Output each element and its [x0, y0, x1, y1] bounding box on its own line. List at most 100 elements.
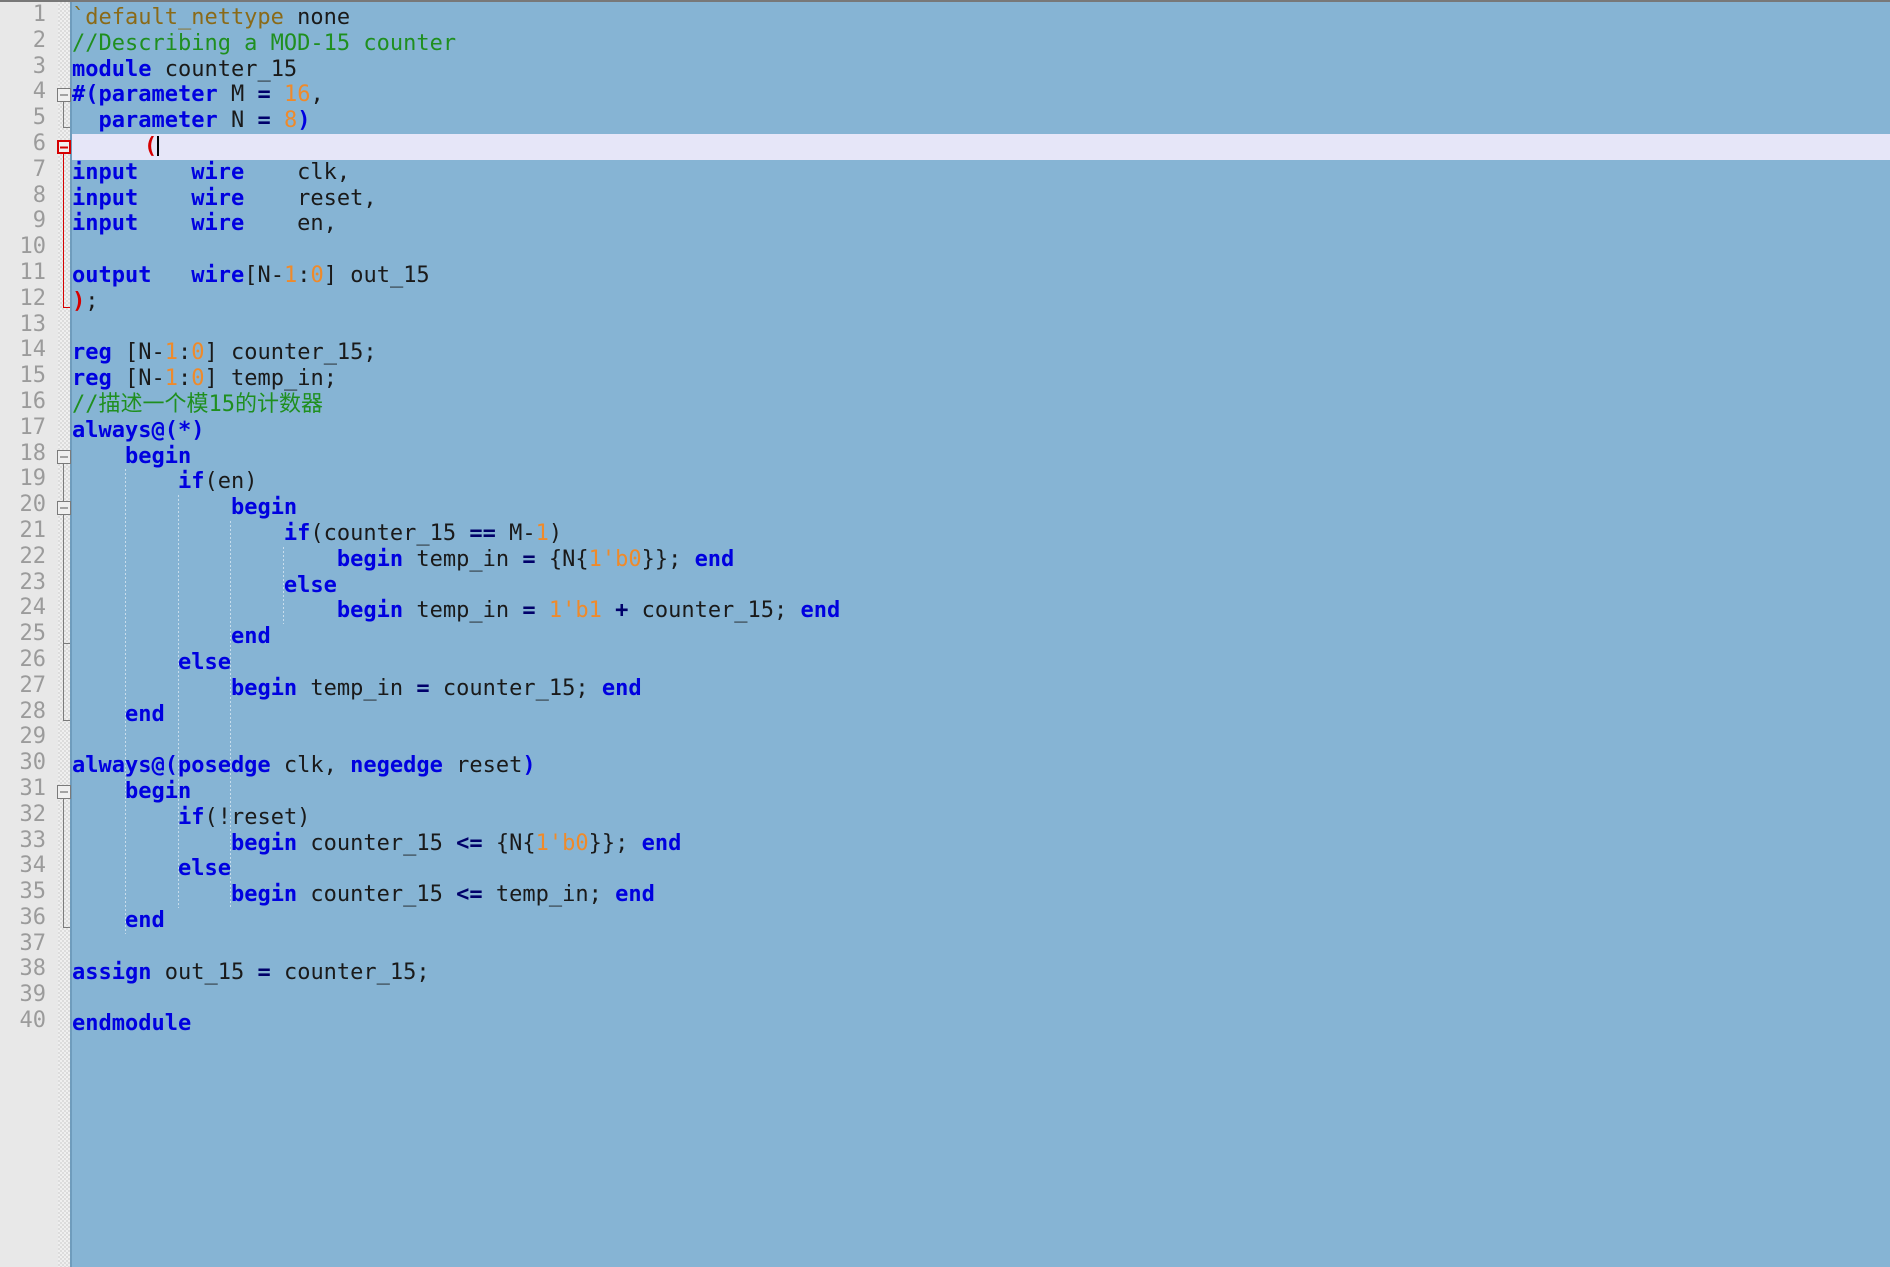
code-line[interactable]: //描述一个模15的计数器 [72, 392, 323, 418]
code-editor-surface[interactable]: `default_nettype none//Describing a MOD-… [0, 0, 1890, 1267]
code-line[interactable]: begin [72, 779, 191, 805]
line-number: 20 [19, 492, 47, 518]
code-line[interactable]: output wire[N-1:0] out_15 [72, 263, 430, 289]
code-line[interactable]: if(!reset) [72, 805, 310, 831]
code-token: }}; [588, 830, 642, 856]
line-number: 5 [32, 105, 46, 131]
line-number: 11 [19, 259, 47, 285]
code-line[interactable]: begin temp_in = counter_15; end [72, 676, 642, 702]
code-line[interactable]: if(en) [72, 469, 257, 495]
line-number: 37 [19, 930, 47, 956]
code-line[interactable]: parameter N = 8) [72, 108, 311, 134]
line-number: 23 [19, 569, 47, 595]
code-content[interactable]: `default_nettype none//Describing a MOD-… [72, 2, 1890, 1267]
fold-toggle[interactable] [57, 784, 71, 799]
code-token: input [72, 185, 139, 211]
code-token: M- [495, 521, 536, 546]
fold-toggle[interactable] [57, 501, 71, 516]
line-number: 1 [32, 2, 46, 27]
line-number: 4 [32, 79, 46, 105]
code-token: ) [297, 108, 311, 134]
code-token: module [72, 56, 152, 82]
fold-toggle[interactable] [57, 449, 71, 464]
line-number: 7 [32, 156, 46, 182]
code-line[interactable]: input wire clk, [72, 160, 350, 186]
code-token: counter_15; [628, 598, 801, 624]
line-number: 33 [19, 827, 47, 853]
code-line[interactable]: `default_nettype none [72, 5, 350, 31]
code-line[interactable]: begin counter_15 <= {N{1'b0}}; end [72, 831, 681, 857]
code-line[interactable]: reg [N-1:0] counter_15; [72, 340, 377, 366]
code-token: begin [336, 598, 404, 624]
line-number: 28 [19, 698, 47, 724]
code-line[interactable]: //Describing a MOD-15 counter [72, 31, 456, 57]
code-token: <= [456, 830, 483, 856]
code-token: endmodule [72, 1011, 192, 1037]
code-token: ] counter_15; [204, 340, 377, 366]
code-line[interactable]: if(counter_15 == M-1) [72, 521, 562, 547]
code-line[interactable]: ( [72, 134, 1890, 160]
code-line[interactable]: else [72, 650, 231, 676]
line-number: 35 [19, 879, 47, 905]
code-line[interactable]: module counter_15 [72, 57, 297, 83]
line-number: 15 [19, 363, 47, 389]
code-token: = [257, 108, 271, 134]
code-line[interactable]: end [72, 908, 165, 934]
code-token: 1 [283, 263, 298, 288]
code-token: [N- [111, 366, 165, 392]
code-token: ) [72, 288, 86, 314]
code-token: 1 [164, 366, 178, 392]
code-line[interactable]: begin counter_15 <= temp_in; end [72, 882, 655, 908]
code-token: : [177, 340, 192, 366]
code-token: (!reset) [204, 804, 311, 830]
code-line[interactable]: end [72, 624, 271, 650]
code-line[interactable]: input wire reset, [72, 186, 377, 212]
line-number: 19 [19, 466, 47, 492]
code-line[interactable]: input wire en, [72, 211, 337, 237]
code-line[interactable]: else [72, 856, 231, 882]
line-number: 2 [32, 27, 46, 53]
code-token: {N{ [535, 546, 589, 572]
code-line[interactable]: assign out_15 = counter_15; [72, 960, 430, 986]
code-line[interactable]: #(parameter M = 16, [72, 82, 324, 108]
code-token: wire [191, 263, 245, 288]
code-token: (en) [204, 469, 258, 495]
code-line[interactable]: begin temp_in = {N{1'b0}}; end [72, 547, 734, 573]
code-token: clk, [270, 753, 351, 779]
code-line[interactable]: always@(*) [72, 418, 204, 444]
code-token: else [283, 572, 337, 598]
code-token: 1 [164, 340, 178, 366]
code-line[interactable]: always@(posedge clk, negedge reset) [72, 753, 536, 779]
code-line[interactable]: endmodule [72, 1011, 191, 1037]
fold-toggle-active[interactable] [57, 139, 71, 154]
code-line[interactable]: reg [N-1:0] temp_in; [72, 366, 337, 392]
code-line[interactable]: else [72, 573, 337, 599]
code-line[interactable]: begin temp_in = 1'b1 + counter_15; end [72, 598, 840, 624]
code-token: temp_in [403, 598, 523, 624]
line-number: 16 [19, 388, 47, 414]
code-token: : [177, 366, 192, 392]
code-token: begin [230, 830, 298, 856]
code-token: counter_15 [297, 882, 457, 908]
code-line[interactable]: begin [72, 444, 191, 470]
line-number: 17 [19, 414, 47, 440]
code-token: //Describing a MOD-15 counter [72, 30, 457, 56]
code-token: assign [72, 959, 152, 985]
code-line[interactable]: ); [72, 289, 99, 315]
code-token: 0 [191, 366, 205, 392]
code-folding-column[interactable] [58, 2, 70, 1267]
code-line[interactable]: begin [72, 495, 297, 521]
code-token: ] temp_in; [204, 366, 337, 392]
fold-toggle[interactable] [57, 88, 71, 103]
code-line[interactable]: end [72, 702, 165, 728]
